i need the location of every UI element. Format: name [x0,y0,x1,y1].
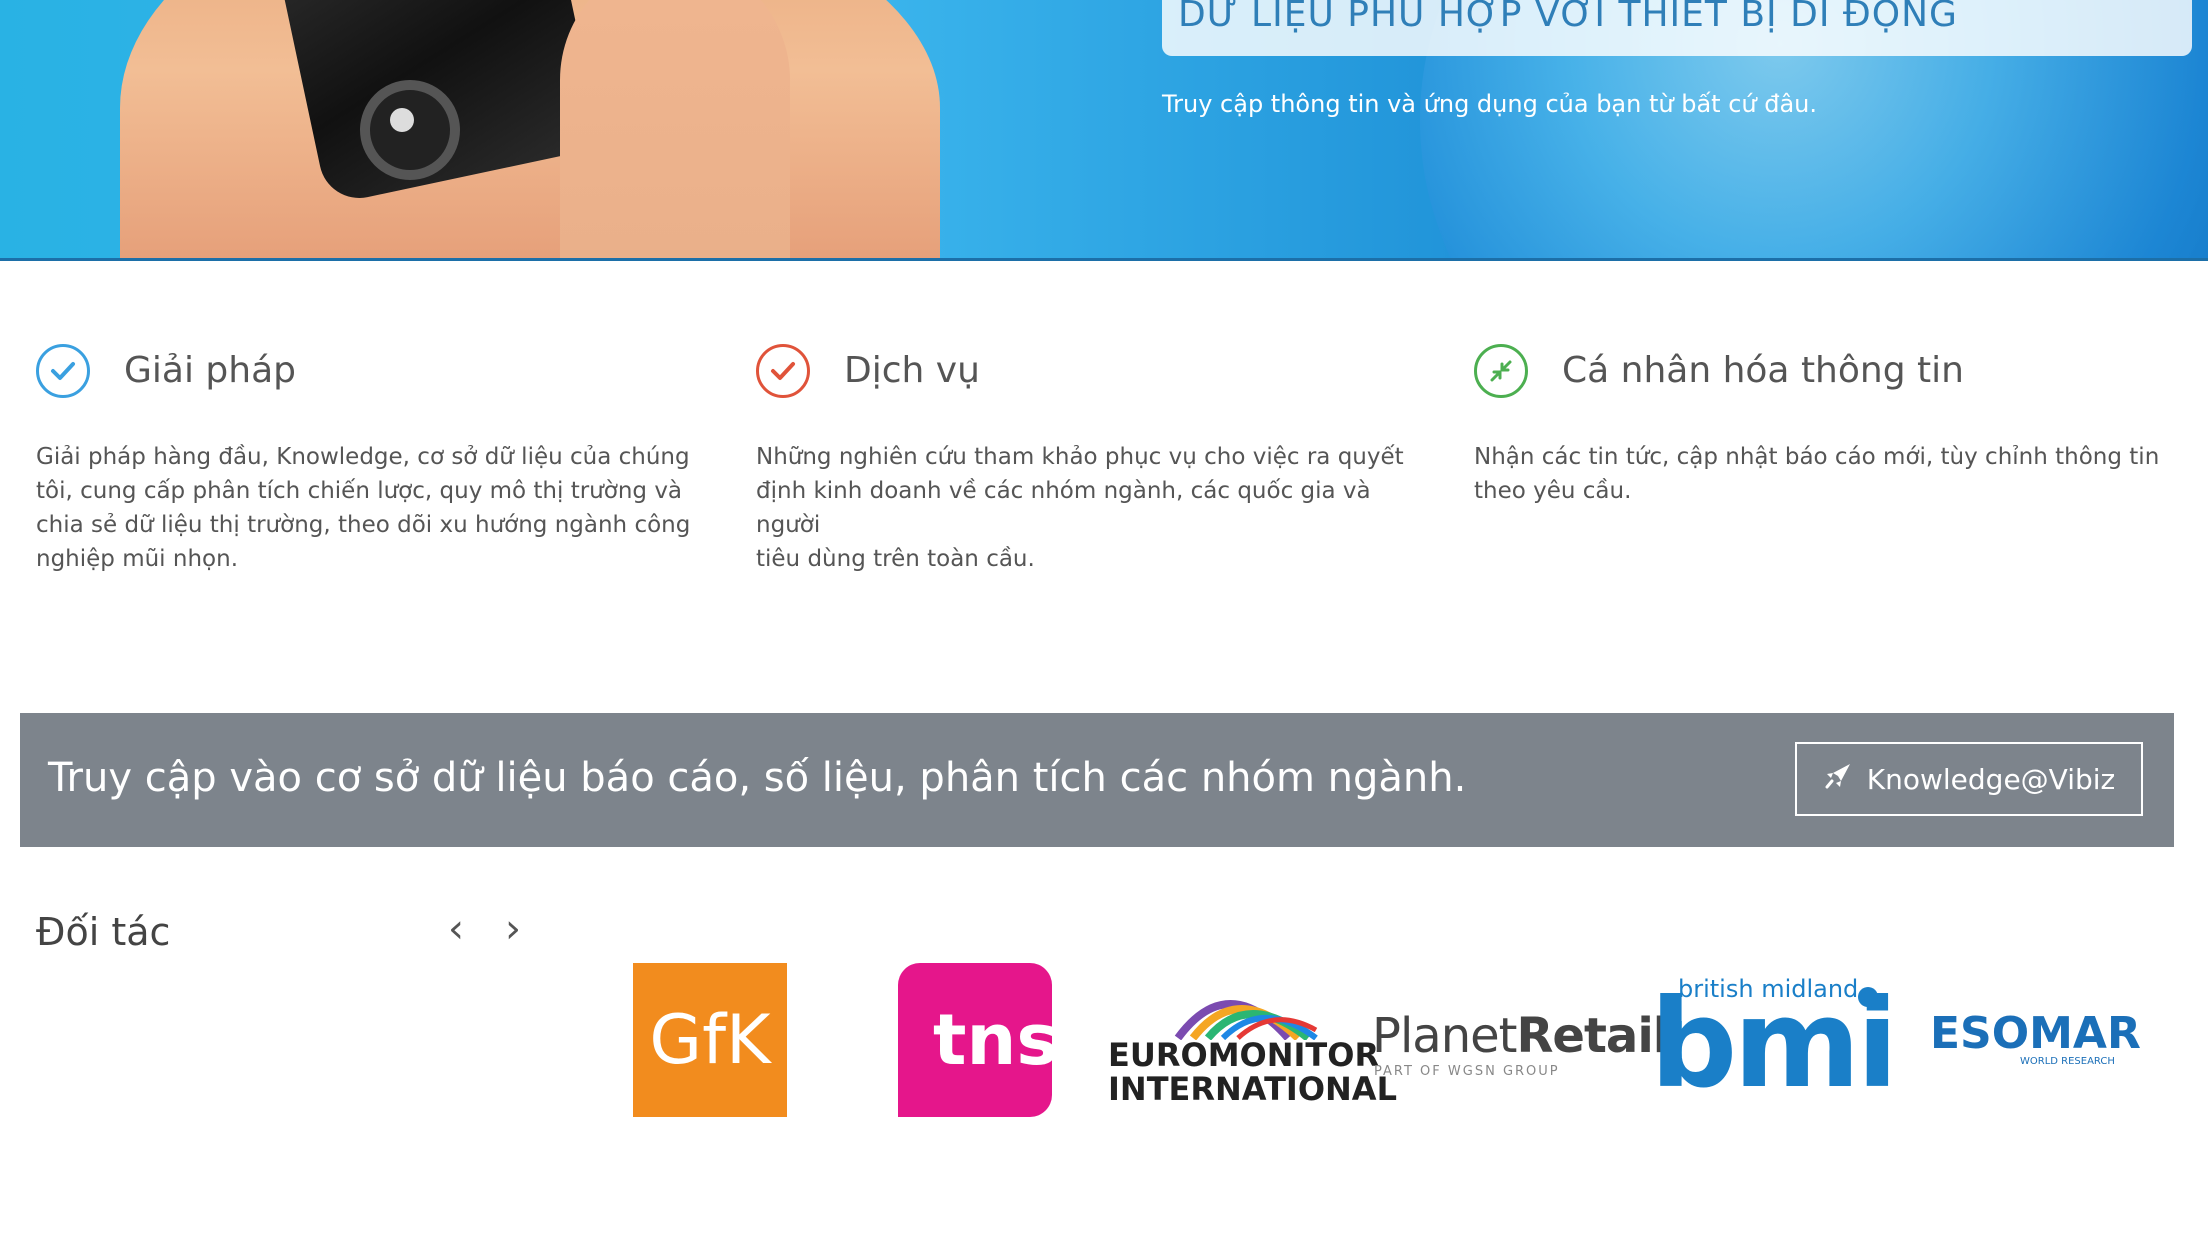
planet-text: Planet [1372,1008,1517,1064]
phone-button-center [390,108,414,132]
feature-description: Giải pháp hàng đầu, Knowledge, cơ sở dữ … [36,440,690,576]
cta-button-label: Knowledge@Vibiz [1866,762,2116,796]
desc-line: theo yêu cầu. [1474,478,1632,504]
retail-text: Retail [1516,1008,1669,1064]
desc-line: chia sẻ dữ liệu thị trường, theo dõi xu … [36,512,691,538]
rocket-icon [1823,761,1853,798]
cta-bar: Truy cập vào cơ sở dữ liệu báo cáo, số l… [20,713,2174,847]
desc-line: Giải pháp hàng đầu, Knowledge, cơ sở dữ … [36,444,690,470]
esomar-subtitle: WORLD RESEARCH [2020,1056,2115,1067]
feature-title: Giải pháp [124,350,296,391]
tns-logo-text: tns [933,999,1052,1081]
knowledge-vibiz-button[interactable]: Knowledge@Vibiz [1795,742,2143,816]
desc-line: tiêu dùng trên toàn cầu. [756,546,1035,572]
bmi-dot-icon [1858,987,1878,1007]
hero-banner: DỮ LIỆU PHÙ HỢP VỚI THIẾT BỊ DI ĐỘNG Tru… [0,0,2208,260]
carousel-next-button[interactable]: › [505,906,521,952]
partners-title: Đối tác [36,910,171,954]
esomar-logo[interactable]: ESOMAR WORLD RESEARCH [1930,1008,2141,1088]
thumb-photo [560,0,790,260]
cta-text: Truy cập vào cơ sở dữ liệu báo cáo, số l… [48,755,1467,801]
planet-retail-text: PlanetRetail [1372,1008,1685,1064]
euromonitor-text: EUROMONITOR [1108,1036,1380,1074]
feature-description: Nhận các tin tức, cập nhật báo cáo mới, … [1474,440,2159,508]
phone-button-graphic [360,80,460,180]
euromonitor-logo[interactable]: EUROMONITOR INTERNATIONAL [1108,980,1397,1108]
bmi-logo[interactable]: british midland bmi [1650,975,1898,1109]
feature-description: Những nghiên cứu tham khảo phục vụ cho v… [756,440,1436,576]
desc-line: tôi, cung cấp phân tích chiến lược, quy … [36,478,683,504]
euromonitor-text: INTERNATIONAL [1108,1070,1397,1108]
compress-arrows-icon [1474,344,1528,398]
desc-line: Nhận các tin tức, cập nhật báo cáo mới, … [1474,444,2160,470]
hero-subtitle: Truy cập thông tin và ứng dụng của bạn t… [1162,90,1818,118]
hero-divider [0,258,2208,261]
tns-logo[interactable]: tns [898,963,1052,1117]
gfk-logo[interactable]: GfK [633,963,787,1117]
check-circle-icon [36,344,90,398]
feature-title: Dịch vụ [844,350,980,391]
gfk-logo-text: GfK [649,1000,771,1080]
euromonitor-rainbow-icon [1174,1000,1318,1040]
desc-line: Những nghiên cứu tham khảo phục vụ cho v… [756,444,1404,470]
check-circle-icon [756,344,810,398]
hero-title: DỮ LIỆU PHÙ HỢP VỚI THIẾT BỊ DI ĐỘNG [1178,0,1958,35]
feature-title: Cá nhân hóa thông tin [1562,350,1964,391]
planet-retail-logo[interactable]: PlanetRetail PART OF WGSN GROUP [1372,1008,1685,1088]
desc-line: định kinh doanh về các nhóm ngành, các q… [756,478,1371,538]
esomar-text: ESOMAR [1930,1008,2141,1059]
carousel-prev-button[interactable]: ‹ [448,906,464,952]
planet-retail-subtitle: PART OF WGSN GROUP [1374,1064,1560,1079]
desc-line: nghiệp mũi nhọn. [36,546,239,572]
